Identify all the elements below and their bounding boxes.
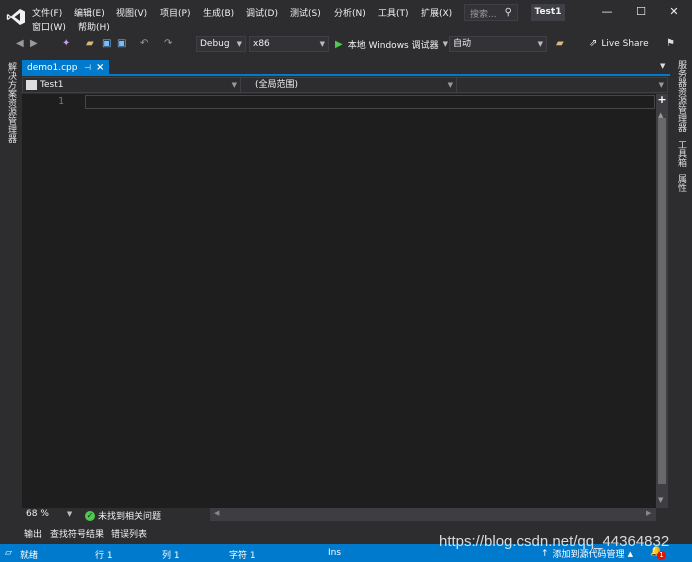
menu-analyze[interactable]: 分析(N): [334, 6, 366, 19]
navigation-bar: Test1 ▼ (全局范围) ▼ ▼: [22, 77, 668, 93]
chevron-down-icon: ▼: [447, 81, 453, 89]
scroll-up-icon[interactable]: ▲: [658, 111, 663, 119]
menu-project[interactable]: 项目(P): [160, 6, 190, 19]
redo-icon[interactable]: ↷: [164, 37, 172, 51]
menu-help[interactable]: 帮助(H): [78, 20, 110, 33]
solution-explorer-tab[interactable]: 解决方案资源管理器: [5, 62, 18, 143]
start-mode-value: 自动: [453, 39, 472, 49]
start-debugging-button[interactable]: ▶ 本地 Windows 调试器 ▼: [335, 36, 448, 52]
save-icon[interactable]: ▣: [102, 37, 111, 51]
zoom-value: 68 %: [26, 509, 49, 519]
project-name: Test1: [40, 80, 64, 90]
member-dropdown[interactable]: ▼: [457, 78, 667, 92]
watermark: https://blog.csdn.net/qq_44364832: [439, 533, 670, 550]
navigate-forward-icon[interactable]: ▶: [30, 37, 38, 51]
tab-list-dropdown-icon[interactable]: ▼: [660, 62, 665, 70]
chevron-down-icon: ▼: [658, 81, 664, 89]
maximize-button[interactable]: ☐: [631, 4, 651, 20]
platform-value: x86: [253, 39, 270, 49]
open-file-icon[interactable]: ▰: [86, 37, 94, 51]
arrow-up-icon: ↑: [541, 548, 549, 559]
current-line-highlight: [85, 95, 655, 109]
live-share-label: Live Share: [601, 38, 649, 49]
split-window-icon[interactable]: +: [656, 94, 668, 106]
search-icon: ⚲: [504, 7, 512, 18]
line-number: 1: [58, 96, 65, 107]
chevron-down-icon: ▼: [236, 40, 242, 48]
chevron-down-icon: ▼: [231, 81, 237, 89]
start-mode-dropdown[interactable]: 自动 ▼: [449, 36, 547, 52]
toolbox-tab[interactable]: 工具箱: [675, 140, 688, 167]
horizontal-scrollbar[interactable]: [210, 508, 656, 521]
left-tool-strip: 解决方案资源管理器: [0, 54, 22, 524]
menu-file[interactable]: 文件(F): [32, 6, 62, 19]
chevron-down-icon: ▼: [537, 40, 543, 48]
issues-indicator[interactable]: ✓ 未找到相关问题: [85, 509, 161, 522]
chevron-down-icon: ▼: [442, 40, 448, 48]
new-project-icon[interactable]: ✦: [62, 37, 70, 51]
search-box[interactable]: 搜索... ⚲: [464, 4, 518, 21]
tab-error-list[interactable]: 错误列表: [111, 527, 147, 540]
toolbar-extra-icon[interactable]: ▰: [556, 37, 564, 51]
configuration-dropdown[interactable]: Debug ▼: [196, 36, 246, 52]
start-debugging-label: 本地 Windows 调试器: [347, 40, 439, 51]
scrollbar-thumb[interactable]: [658, 118, 666, 484]
zoom-dropdown[interactable]: 68 % ▼: [26, 509, 72, 519]
status-line: 行 1: [95, 551, 113, 561]
document-tab-bar: [22, 60, 670, 76]
status-icon: ▱: [5, 548, 12, 558]
code-editor[interactable]: [22, 94, 656, 508]
chevron-down-icon: ▼: [319, 40, 325, 48]
menu-debug[interactable]: 调试(D): [246, 6, 278, 19]
check-icon: ✓: [85, 510, 95, 521]
cpp-project-icon: [26, 80, 37, 90]
play-icon: ▶: [335, 38, 343, 50]
status-char: 字符 1: [229, 551, 256, 561]
menu-tools[interactable]: 工具(T): [378, 6, 409, 19]
solution-title: Test1: [531, 4, 565, 21]
properties-tab[interactable]: 属性: [675, 174, 688, 192]
live-share-button[interactable]: ⇗ Live Share: [589, 38, 649, 49]
close-icon[interactable]: ×: [96, 60, 104, 76]
share-icon: ⇗: [589, 38, 598, 49]
status-ready: 就绪: [20, 551, 39, 561]
tab-filename: demo1.cpp: [27, 63, 78, 73]
platform-dropdown[interactable]: x86 ▼: [249, 36, 329, 52]
search-placeholder: 搜索...: [470, 10, 497, 20]
scroll-left-icon[interactable]: ◀: [214, 509, 219, 517]
scroll-right-icon[interactable]: ▶: [646, 509, 651, 517]
project-dropdown[interactable]: Test1 ▼: [23, 78, 241, 92]
close-window-button[interactable]: ✕: [664, 4, 684, 20]
line-number-gutter: [22, 94, 84, 508]
tab-find-symbol-results[interactable]: 查找符号结果: [50, 527, 104, 540]
visual-studio-logo-icon: [6, 9, 26, 25]
status-ins: Ins: [328, 548, 342, 558]
pin-icon[interactable]: ⊣: [84, 60, 91, 76]
menu-window[interactable]: 窗口(W): [32, 20, 66, 33]
tab-output[interactable]: 输出: [24, 527, 42, 540]
chevron-up-icon: ▲: [627, 549, 633, 558]
menu-build[interactable]: 生成(B): [203, 6, 234, 19]
chevron-down-icon: ▼: [66, 510, 73, 518]
menu-test[interactable]: 测试(S): [290, 6, 321, 19]
feedback-icon[interactable]: ⚑: [666, 37, 675, 51]
menu-view[interactable]: 视图(V): [116, 6, 147, 19]
menu-edit[interactable]: 编辑(E): [74, 6, 105, 19]
undo-icon[interactable]: ↶: [140, 37, 148, 51]
issues-status-text: 未找到相关问题: [98, 512, 162, 522]
server-explorer-tab[interactable]: 服务器资源管理器: [675, 60, 688, 132]
menu-extensions[interactable]: 扩展(X): [421, 6, 452, 19]
navigate-back-icon[interactable]: ◀: [16, 37, 24, 51]
tab-demo1-cpp[interactable]: demo1.cpp ⊣ ×: [22, 60, 109, 76]
configuration-value: Debug: [200, 39, 230, 49]
minimize-button[interactable]: —: [597, 4, 617, 20]
notification-badge: 1: [657, 551, 666, 560]
scope-value: (全局范围): [255, 80, 299, 90]
scroll-down-icon[interactable]: ▼: [658, 496, 663, 504]
save-all-icon[interactable]: ▣: [117, 37, 126, 51]
scope-dropdown[interactable]: (全局范围) ▼: [241, 78, 457, 92]
right-tool-strip: 服务器资源管理器 工具箱 属性: [670, 54, 692, 524]
status-column: 列 1: [162, 551, 180, 561]
